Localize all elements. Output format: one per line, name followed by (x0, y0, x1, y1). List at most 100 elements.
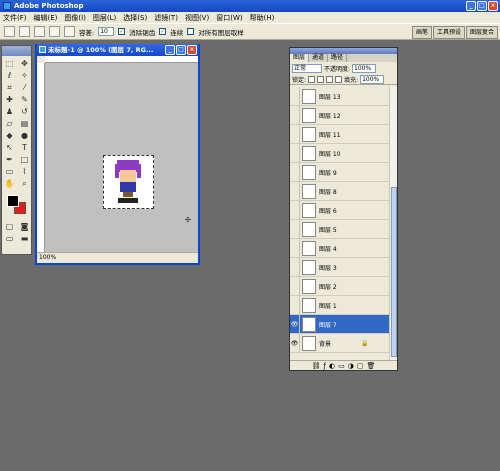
crop-tool-icon[interactable]: ⌗ (3, 82, 16, 93)
style-icon[interactable]: ƒ (324, 362, 326, 370)
layer-row[interactable]: 👁 背景 🔒 (290, 333, 391, 353)
layer-row[interactable]: 图层 2 (290, 276, 391, 296)
visibility-eye-icon[interactable] (290, 124, 300, 144)
notes-tool-icon[interactable]: ▭ (3, 166, 16, 177)
shape-tool-icon[interactable]: □ (18, 154, 31, 165)
move-tool-icon[interactable]: ✥ (18, 58, 31, 69)
visibility-eye-icon[interactable] (290, 105, 300, 125)
well-tab-brushes[interactable]: 画笔 (411, 26, 432, 39)
canvas-area[interactable] (45, 63, 198, 252)
visibility-eye-icon[interactable] (290, 162, 300, 182)
layer-row[interactable]: 图层 9 (290, 162, 391, 182)
layer-row[interactable]: 图层 8 (290, 181, 391, 201)
eyedropper-tool-icon[interactable]: ⌇ (18, 166, 31, 177)
slice-tool-icon[interactable]: ⁄ (18, 82, 31, 93)
dodge-tool-icon[interactable]: ● (18, 130, 31, 141)
lock-all-icon[interactable] (335, 75, 343, 83)
menu-window[interactable]: 窗口(W) (216, 13, 242, 23)
hand-tool-icon[interactable]: ✋ (3, 178, 16, 189)
blend-mode-select[interactable]: 正常 (292, 63, 322, 73)
canvas-image[interactable] (103, 155, 154, 209)
type-tool-icon[interactable]: T (18, 142, 31, 153)
opacity-input[interactable]: 100% (352, 63, 377, 73)
toolbox-header[interactable] (2, 46, 31, 56)
visibility-eye-icon[interactable]: 👁 (290, 314, 300, 334)
close-button[interactable]: × (488, 1, 498, 11)
layer-row[interactable]: 图层 4 (290, 238, 391, 258)
doc-maximize-button[interactable]: □ (176, 45, 186, 55)
adjustment-icon[interactable]: ◑ (348, 362, 354, 370)
subtract-selection-icon[interactable] (49, 26, 60, 37)
zoom-tool-icon[interactable]: ⌕ (18, 178, 31, 189)
standard-mode-icon[interactable]: ▢ (3, 221, 16, 232)
layers-scrollbar[interactable] (389, 87, 397, 366)
visibility-eye-icon[interactable]: 👁 (290, 333, 300, 353)
menu-select[interactable]: 选择(S) (123, 13, 147, 23)
layer-row[interactable]: 图层 3 (290, 257, 391, 277)
layer-row[interactable]: 图层 11 (290, 124, 391, 144)
lock-position-icon[interactable] (326, 75, 334, 83)
marquee-tool-icon[interactable]: ⬚ (3, 58, 16, 69)
tab-paths[interactable]: 路径 (328, 54, 348, 62)
visibility-eye-icon[interactable] (290, 143, 300, 163)
anti-alias-checkbox[interactable]: ✓ (118, 28, 126, 35)
vertical-ruler[interactable] (37, 63, 45, 252)
history-brush-icon[interactable]: ↺ (18, 106, 31, 117)
doc-minimize-button[interactable]: _ (165, 45, 175, 55)
visibility-eye-icon[interactable] (290, 238, 300, 258)
layer-row[interactable]: 图层 13 (290, 87, 391, 106)
add-selection-icon[interactable] (34, 26, 45, 37)
visibility-eye-icon[interactable] (290, 276, 300, 296)
magic-wand-tool-icon[interactable] (4, 26, 15, 37)
menu-layer[interactable]: 图层(L) (93, 13, 116, 23)
brush-tool-icon[interactable]: ✎ (18, 94, 31, 105)
layer-row[interactable]: 图层 6 (290, 200, 391, 220)
layer-row[interactable]: 图层 1 (290, 295, 391, 315)
quickmask-mode-icon[interactable]: ◙ (18, 221, 31, 232)
visibility-eye-icon[interactable] (290, 219, 300, 239)
maximize-button[interactable]: □ (477, 1, 487, 11)
tab-channels[interactable]: 通道 (309, 54, 329, 62)
menu-view[interactable]: 视图(V) (185, 13, 209, 23)
visibility-eye-icon[interactable] (290, 257, 300, 277)
tolerance-input[interactable]: 10 (98, 27, 115, 36)
horizontal-ruler[interactable] (45, 56, 198, 63)
contiguous-checkbox[interactable]: ✓ (159, 28, 167, 35)
well-tab-tool-presets[interactable]: 工具预设 (432, 26, 465, 39)
path-select-icon[interactable]: ↖ (3, 142, 16, 153)
lock-image-icon[interactable] (317, 75, 325, 83)
healing-tool-icon[interactable]: ✚ (3, 94, 16, 105)
menu-filter[interactable]: 滤镜(T) (154, 13, 178, 23)
gradient-tool-icon[interactable]: ▤ (18, 118, 31, 129)
layer-row[interactable]: 图层 10 (290, 143, 391, 163)
layers-scrollbar-thumb[interactable] (391, 187, 397, 357)
tab-layers[interactable]: 图层 (290, 54, 310, 62)
intersect-selection-icon[interactable] (64, 26, 75, 37)
visibility-eye-icon[interactable] (290, 200, 300, 220)
magic-wand-icon[interactable]: ✧ (18, 70, 31, 81)
visibility-eye-icon[interactable] (290, 295, 300, 315)
layer-row[interactable]: 👁 图层 7 (290, 314, 391, 334)
visibility-eye-icon[interactable] (290, 87, 300, 106)
new-selection-icon[interactable] (19, 26, 30, 37)
layer-row[interactable]: 图层 12 (290, 105, 391, 125)
document-title-bar[interactable]: 未标题-1 @ 100% (图层 7, RG... _ □ × (37, 44, 198, 56)
minimize-button[interactable]: _ (466, 1, 476, 11)
foreground-color-swatch[interactable] (7, 195, 19, 207)
stamp-tool-icon[interactable]: ♟ (3, 106, 16, 117)
trash-icon[interactable]: 🗑 (366, 362, 375, 370)
new-layer-icon[interactable]: ▢ (357, 362, 364, 370)
menu-file[interactable]: 文件(F) (3, 13, 27, 23)
all-layers-checkbox[interactable] (187, 28, 195, 35)
menu-help[interactable]: 帮助(H) (250, 13, 275, 23)
fullscreen-mode-icon[interactable]: ▬ (18, 233, 31, 244)
screen-mode-icon[interactable]: ▭ (3, 233, 16, 244)
visibility-eye-icon[interactable] (290, 181, 300, 201)
zoom-level[interactable]: 100% (39, 254, 56, 261)
fill-input[interactable]: 100% (360, 74, 385, 84)
menu-edit[interactable]: 编辑(E) (34, 13, 58, 23)
link-icon[interactable]: ⛓ (312, 362, 321, 370)
eraser-tool-icon[interactable]: ▱ (3, 118, 16, 129)
menu-image[interactable]: 图像(I) (64, 13, 86, 23)
set-icon[interactable]: ▭ (338, 362, 345, 370)
